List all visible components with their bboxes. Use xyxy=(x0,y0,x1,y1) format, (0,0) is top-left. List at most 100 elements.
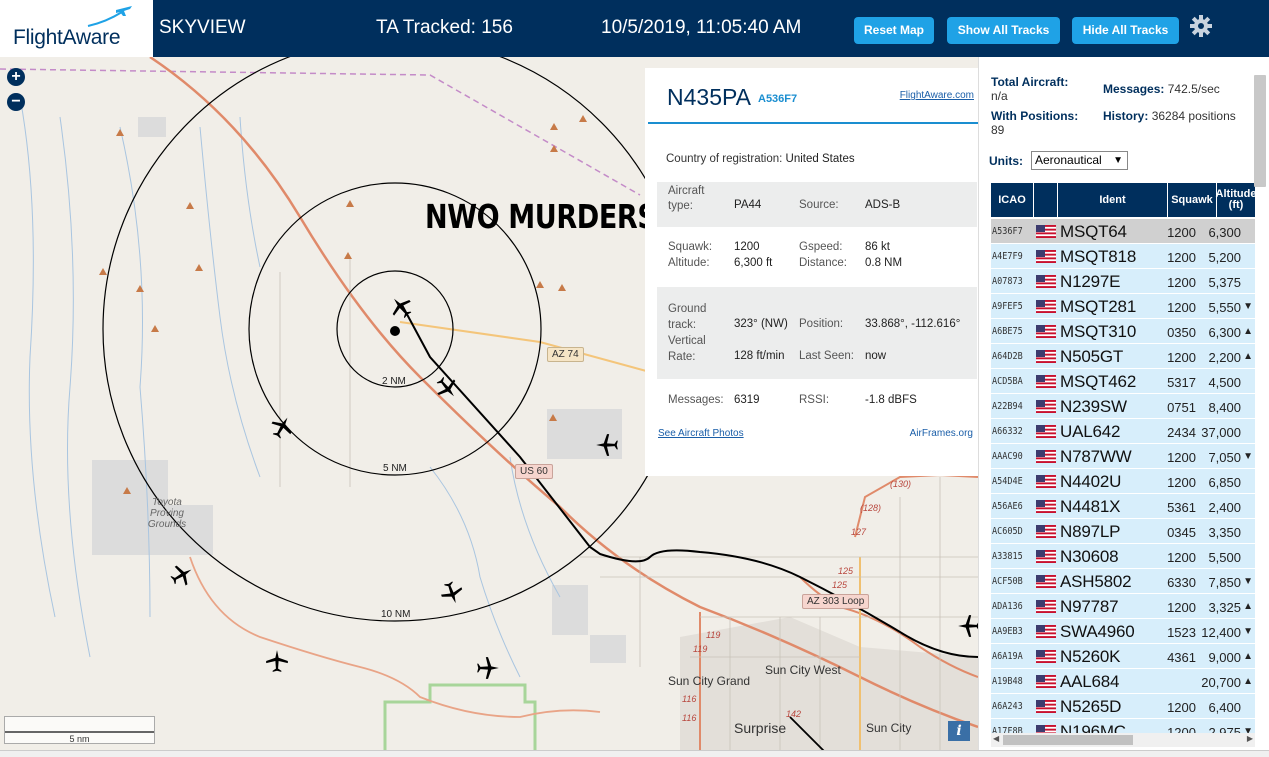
row-altitude: 5,550 xyxy=(1208,300,1241,315)
table-row[interactable]: A54D4E N4402U 1200 6,850 xyxy=(991,469,1255,494)
aircraft-icon[interactable] xyxy=(956,613,978,639)
row-ident: N5260K xyxy=(1060,647,1121,666)
zoom-out-button[interactable]: − xyxy=(7,93,25,111)
col-flag[interactable] xyxy=(1034,183,1058,217)
col-icao[interactable]: ICAO xyxy=(991,183,1034,217)
road-label-az74: AZ 74 xyxy=(547,347,584,362)
horizontal-scrollbar[interactable]: ◀ ▶ xyxy=(991,733,1255,747)
col-altitude[interactable]: Altitude (ft) xyxy=(1216,183,1257,217)
table-row[interactable]: A4E7F9 MSQT818 1200 5,200 xyxy=(991,244,1255,269)
table-row[interactable]: A6A243 N5265D 1200 6,400 xyxy=(991,694,1255,719)
gear-icon[interactable] xyxy=(1189,14,1213,38)
row-squawk: 1200 xyxy=(1167,550,1196,565)
scroll-left-icon[interactable]: ◀ xyxy=(993,734,999,743)
table-row[interactable]: AAAC90 N787WW 1200 7,050 ▼ xyxy=(991,444,1255,469)
show-all-tracks-button[interactable]: Show All Tracks xyxy=(947,17,1060,44)
messages-value: 6319 xyxy=(734,394,760,406)
row-ident: MSQT281 xyxy=(1060,297,1137,316)
history-stat: History: 36284 positions xyxy=(1103,109,1243,123)
popup-row-messages: Messages: 6319 RSSI: -1.8 dBFS xyxy=(657,388,977,418)
scale-label: 5 nm xyxy=(5,731,154,744)
units-select[interactable]: Aeronautical ▼ xyxy=(1031,151,1128,170)
row-squawk: 5361 xyxy=(1167,500,1196,515)
town-sun-city: Sun City xyxy=(866,721,912,735)
popup-row-squawk: Squawk: 1200 Gspeed: 86 kt Altitude: 6,3… xyxy=(657,238,977,278)
window-bottom-scrollbar[interactable] xyxy=(0,750,1269,757)
aircraft-icon[interactable] xyxy=(388,294,414,320)
road-number: 119 xyxy=(706,630,721,640)
row-squawk: 1200 xyxy=(1167,300,1196,315)
row-squawk: 1523 xyxy=(1167,625,1196,640)
aircraft-icon[interactable] xyxy=(169,562,195,588)
row-ident: N30608 xyxy=(1060,547,1119,566)
total-aircraft-stat: Total Aircraft: n/a xyxy=(991,75,1068,103)
row-altitude: 37,000 xyxy=(1201,425,1241,440)
vertical-scrollbar[interactable] xyxy=(1254,75,1266,187)
ground-track-value: 323° (NW) xyxy=(734,318,788,330)
table-row[interactable]: ADA136 N97787 1200 3,325 ▲ xyxy=(991,594,1255,619)
us-flag-icon xyxy=(1036,350,1056,363)
flightaware-logo[interactable]: FlightAware xyxy=(0,0,153,57)
header-bar: FlightAware SKYVIEW TA Tracked: 156 10/5… xyxy=(0,0,1269,57)
col-ident[interactable]: Ident xyxy=(1058,183,1168,217)
row-ident: MSQT310 xyxy=(1060,322,1137,341)
row-squawk: 1200 xyxy=(1167,250,1196,265)
aircraft-photos-link[interactable]: See Aircraft Photos xyxy=(658,428,744,439)
table-row[interactable]: A6A19A N5260K 4361 9,000 ▲ xyxy=(991,644,1255,669)
altitude-label: Altitude: xyxy=(668,257,710,269)
aircraft-icon[interactable] xyxy=(439,580,465,606)
row-altitude: 3,325 xyxy=(1208,600,1241,615)
table-row[interactable]: ACF50B ASH5802 6330 7,850 ▼ xyxy=(991,569,1255,594)
table-row[interactable]: AA9EB3 SWA4960 1523 12,400 ▼ xyxy=(991,619,1255,644)
aircraft-icon[interactable] xyxy=(475,655,501,681)
info-button[interactable]: i xyxy=(948,721,970,741)
row-squawk: 5317 xyxy=(1167,375,1196,390)
aircraft-icon[interactable] xyxy=(269,414,295,440)
table-row[interactable]: A66332 UAL642 2434 37,000 xyxy=(991,419,1255,444)
col-squawk[interactable]: Squawk xyxy=(1168,183,1217,217)
airframes-link[interactable]: AirFrames.org xyxy=(910,428,973,439)
row-squawk: 4361 xyxy=(1167,650,1196,665)
country-label: Country of registration: xyxy=(666,153,783,165)
table-row[interactable]: A07873 N1297E 1200 5,375 xyxy=(991,269,1255,294)
row-altitude: 9,000 xyxy=(1208,650,1241,665)
us-flag-icon xyxy=(1036,400,1056,413)
us-flag-icon xyxy=(1036,250,1056,263)
aircraft-icon[interactable] xyxy=(264,648,290,674)
units-value: Aeronautical xyxy=(1035,153,1102,167)
row-ident: N97787 xyxy=(1060,597,1119,616)
row-squawk: 0751 xyxy=(1167,400,1196,415)
table-row[interactable]: A22B94 N239SW 0751 8,400 xyxy=(991,394,1255,419)
aircraft-info-popup: N435PA A536F7 FlightAware.com Country of… xyxy=(645,68,979,476)
aircraft-icon[interactable] xyxy=(434,375,460,401)
scroll-right-icon[interactable]: ▶ xyxy=(1247,734,1253,743)
table-row[interactable]: A19B48 AAL684 20,700 ▲ xyxy=(991,669,1255,694)
source-value: ADS-B xyxy=(865,199,901,211)
table-row[interactable]: AC605D N897LP 0345 3,350 xyxy=(991,519,1255,544)
us-flag-icon xyxy=(1036,450,1056,463)
row-squawk: 0350 xyxy=(1167,325,1196,340)
table-row[interactable]: A56AE6 N4481X 5361 2,400 xyxy=(991,494,1255,519)
plane-logo-icon xyxy=(87,6,132,27)
town-sun-city-west: Sun City West xyxy=(765,663,841,677)
table-row[interactable]: ACD5BA MSQT462 5317 4,500 xyxy=(991,369,1255,394)
aircraft-type-label: Aircraft type: xyxy=(668,185,705,212)
table-row[interactable]: A9FEF5 MSQT281 1200 5,550 ▼ xyxy=(991,294,1255,319)
table-row[interactable]: A64D2B N505GT 1200 2,200 ▲ xyxy=(991,344,1255,369)
reset-map-button[interactable]: Reset Map xyxy=(854,17,934,44)
table-row[interactable]: A536F7 MSQT64 1200 6,300 xyxy=(991,219,1255,244)
scrollbar-thumb[interactable] xyxy=(1003,735,1133,745)
flightaware-link[interactable]: FlightAware.com xyxy=(900,90,974,101)
row-icao: A07873 xyxy=(992,276,1023,287)
us-flag-icon xyxy=(1036,525,1056,538)
row-icao: A4E7F9 xyxy=(992,251,1023,262)
table-row[interactable]: A6BE75 MSQT310 0350 6,300 ▲ xyxy=(991,319,1255,344)
table-row[interactable]: A33815 N30608 1200 5,500 xyxy=(991,544,1255,569)
aircraft-icon[interactable] xyxy=(594,432,620,458)
us-flag-icon xyxy=(1036,625,1056,638)
hide-all-tracks-button[interactable]: Hide All Tracks xyxy=(1072,17,1179,44)
zoom-in-button[interactable]: + xyxy=(7,68,25,86)
us-flag-icon xyxy=(1036,325,1056,338)
logo-text: FlightAware xyxy=(13,26,121,49)
range-label-10nm: 10 NM xyxy=(381,609,411,620)
